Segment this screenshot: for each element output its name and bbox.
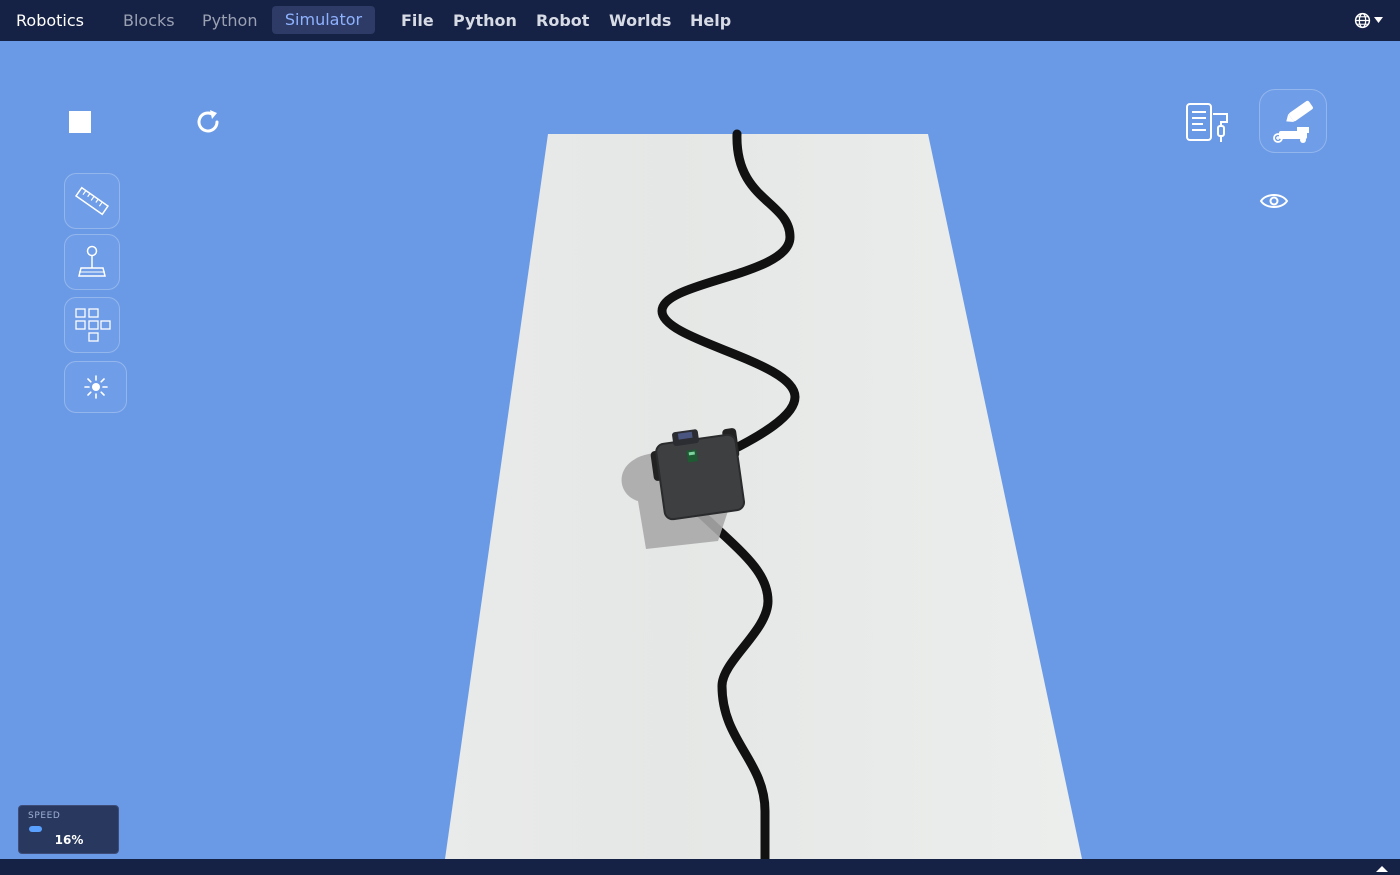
mat-surface — [445, 134, 1082, 859]
stop-icon — [69, 111, 91, 133]
reset-button[interactable] — [192, 106, 224, 138]
speed-slider[interactable] — [29, 826, 109, 832]
joystick-icon — [78, 245, 106, 277]
robot-pen-button[interactable] — [1259, 89, 1327, 153]
menu-help[interactable]: Help — [690, 11, 731, 30]
app-title: Robotics — [16, 11, 84, 30]
view-toggle-button[interactable] — [1258, 188, 1290, 214]
simulator-canvas[interactable] — [0, 41, 1400, 859]
blocks-icon — [75, 308, 111, 342]
joystick-button[interactable] — [64, 234, 120, 290]
ruler-button[interactable] — [64, 173, 120, 229]
tab-blocks[interactable]: Blocks — [123, 11, 175, 30]
blocks-button[interactable] — [64, 297, 120, 353]
tab-simulator[interactable]: Simulator — [272, 6, 375, 34]
menu-worlds[interactable]: Worlds — [609, 11, 671, 30]
language-selector[interactable] — [1354, 9, 1388, 31]
ruler-icon — [74, 186, 110, 216]
speed-control[interactable]: SPEED 16% — [18, 805, 119, 854]
program-icon — [1186, 103, 1228, 142]
menu-robot[interactable]: Robot — [536, 11, 589, 30]
program-button[interactable] — [1182, 98, 1234, 148]
light-button[interactable] — [64, 361, 127, 413]
robot-pen-icon — [1273, 100, 1313, 143]
chevron-down-icon — [1374, 17, 1383, 23]
tab-python[interactable]: Python — [202, 11, 257, 30]
menu-file[interactable]: File — [401, 11, 434, 30]
chevron-up-icon[interactable] — [1376, 866, 1388, 872]
eye-icon — [1259, 194, 1289, 208]
top-nav-bar: Robotics Blocks Python Simulator File Py… — [0, 0, 1400, 41]
reset-icon — [197, 110, 219, 133]
light-icon — [83, 375, 108, 399]
speed-slider-fill — [29, 826, 42, 832]
speed-label: SPEED — [28, 811, 61, 821]
speed-value: 16% — [54, 833, 84, 847]
menu-python[interactable]: Python — [453, 11, 517, 30]
stop-button[interactable] — [66, 108, 94, 136]
globe-icon — [1354, 12, 1371, 28]
bottom-panel-bar — [0, 859, 1400, 875]
